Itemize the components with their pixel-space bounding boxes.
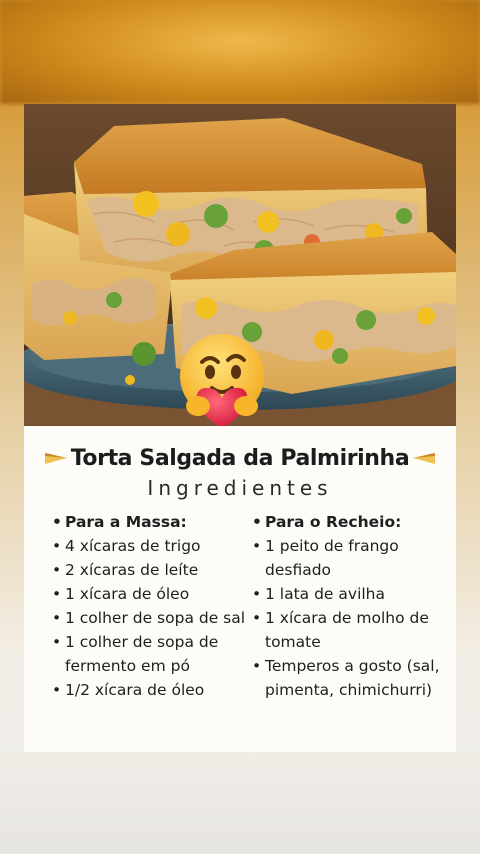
dough-ingredients-list: Para a Massa: 4 xícaras de trigo 2 xícar… [52,510,252,702]
ingredients-heading: Ingredientes [147,476,333,500]
list-item: 4 xícaras de trigo [52,534,252,558]
list-heading-dough: Para a Massa: [52,510,252,534]
recipe-card: Torta Salgada da Palmirinha Ingredientes… [24,104,456,752]
pie-slice-icon [413,453,436,464]
list-item: 2 xícaras de leíte [52,558,252,582]
list-item: 1 colher de sopa de sal [52,606,252,630]
filling-ingredients-list: Para o Recheio: 1 peito de frango desfia… [252,510,452,702]
list-item: Temperos a gosto (sal, pimenta, chimichu… [252,654,452,702]
recipe-text-panel: Torta Salgada da Palmirinha Ingredientes… [24,426,456,752]
blurred-background-bottom [0,752,480,854]
list-heading-filling: Para o Recheio: [252,510,452,534]
list-item: 1 lata de avilha [252,582,452,606]
blurred-background-top [0,0,480,104]
hugging-face-emoji-icon [180,334,264,428]
pie-slice-icon [44,453,67,464]
list-item: 1 colher de sopa de fermento em pó [52,630,252,678]
list-item: 1 peito de frango desfiado [252,534,452,582]
list-item: 1 xícara de molho de tomate [252,606,452,654]
page-title: Torta Salgada da Palmirinha [70,445,410,471]
list-item: 1 xícara de óleo [52,582,252,606]
title-row: Torta Salgada da Palmirinha [24,440,456,476]
list-item: 1/2 xícara de óleo [52,678,252,702]
